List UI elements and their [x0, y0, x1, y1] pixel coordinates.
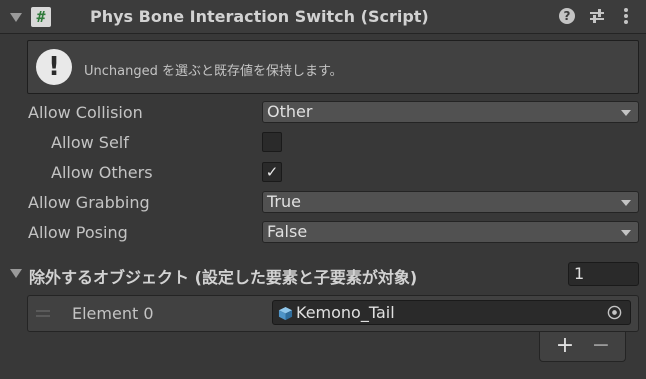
- allow-others-label: Allow Others: [51, 163, 153, 182]
- allow-collision-value: Other: [267, 102, 313, 121]
- drag-handle-icon[interactable]: [36, 315, 50, 317]
- checkmark-icon: ✓: [265, 163, 279, 181]
- allow-posing-dropdown[interactable]: False: [262, 221, 639, 243]
- allow-posing-value: False: [267, 222, 308, 241]
- allow-others-checkbox[interactable]: ✓: [262, 162, 282, 182]
- allow-collision-dropdown[interactable]: Other: [262, 101, 639, 123]
- element-label: Element 0: [72, 304, 154, 323]
- object-picker-icon[interactable]: [607, 305, 622, 320]
- info-box: ! Unchanged を選ぶと既存値を保持します。: [27, 40, 639, 94]
- menu-icon[interactable]: [621, 6, 631, 26]
- info-text: Unchanged を選ぶと既存値を保持します。: [84, 64, 343, 79]
- list-footer: + −: [539, 332, 626, 362]
- help-icon[interactable]: ?: [559, 8, 575, 24]
- exclusions-label: 除外するオブジェクト (設定した要素と子要素が対象): [29, 268, 418, 287]
- script-icon: #: [31, 7, 51, 27]
- array-size-field[interactable]: 1: [568, 262, 639, 286]
- foldout-arrow-icon[interactable]: [10, 13, 22, 22]
- gameobject-cube-icon: [278, 306, 293, 321]
- preset-icon[interactable]: [588, 6, 606, 26]
- add-element-button[interactable]: +: [554, 334, 576, 358]
- element-0-value: Kemono_Tail: [296, 303, 395, 322]
- dropdown-arrow-icon: [621, 110, 631, 116]
- drag-handle-icon[interactable]: [36, 310, 50, 312]
- allow-collision-label: Allow Collision: [28, 103, 143, 122]
- component-title: Phys Bone Interaction Switch (Script): [90, 7, 429, 26]
- dropdown-arrow-icon: [621, 200, 631, 206]
- allow-grabbing-label: Allow Grabbing: [28, 193, 150, 212]
- allow-posing-label: Allow Posing: [28, 223, 128, 242]
- exclusions-foldout-icon[interactable]: [10, 269, 22, 278]
- dropdown-arrow-icon: [621, 230, 631, 236]
- allow-grabbing-dropdown[interactable]: True: [262, 191, 639, 213]
- allow-self-checkbox[interactable]: [262, 132, 282, 152]
- warning-icon: !: [36, 49, 72, 85]
- component-header[interactable]: # Phys Bone Interaction Switch (Script) …: [0, 0, 646, 34]
- remove-element-button[interactable]: −: [590, 334, 612, 358]
- allow-self-label: Allow Self: [51, 133, 129, 152]
- element-0-object-field[interactable]: Kemono_Tail: [272, 300, 631, 325]
- allow-grabbing-value: True: [267, 192, 301, 211]
